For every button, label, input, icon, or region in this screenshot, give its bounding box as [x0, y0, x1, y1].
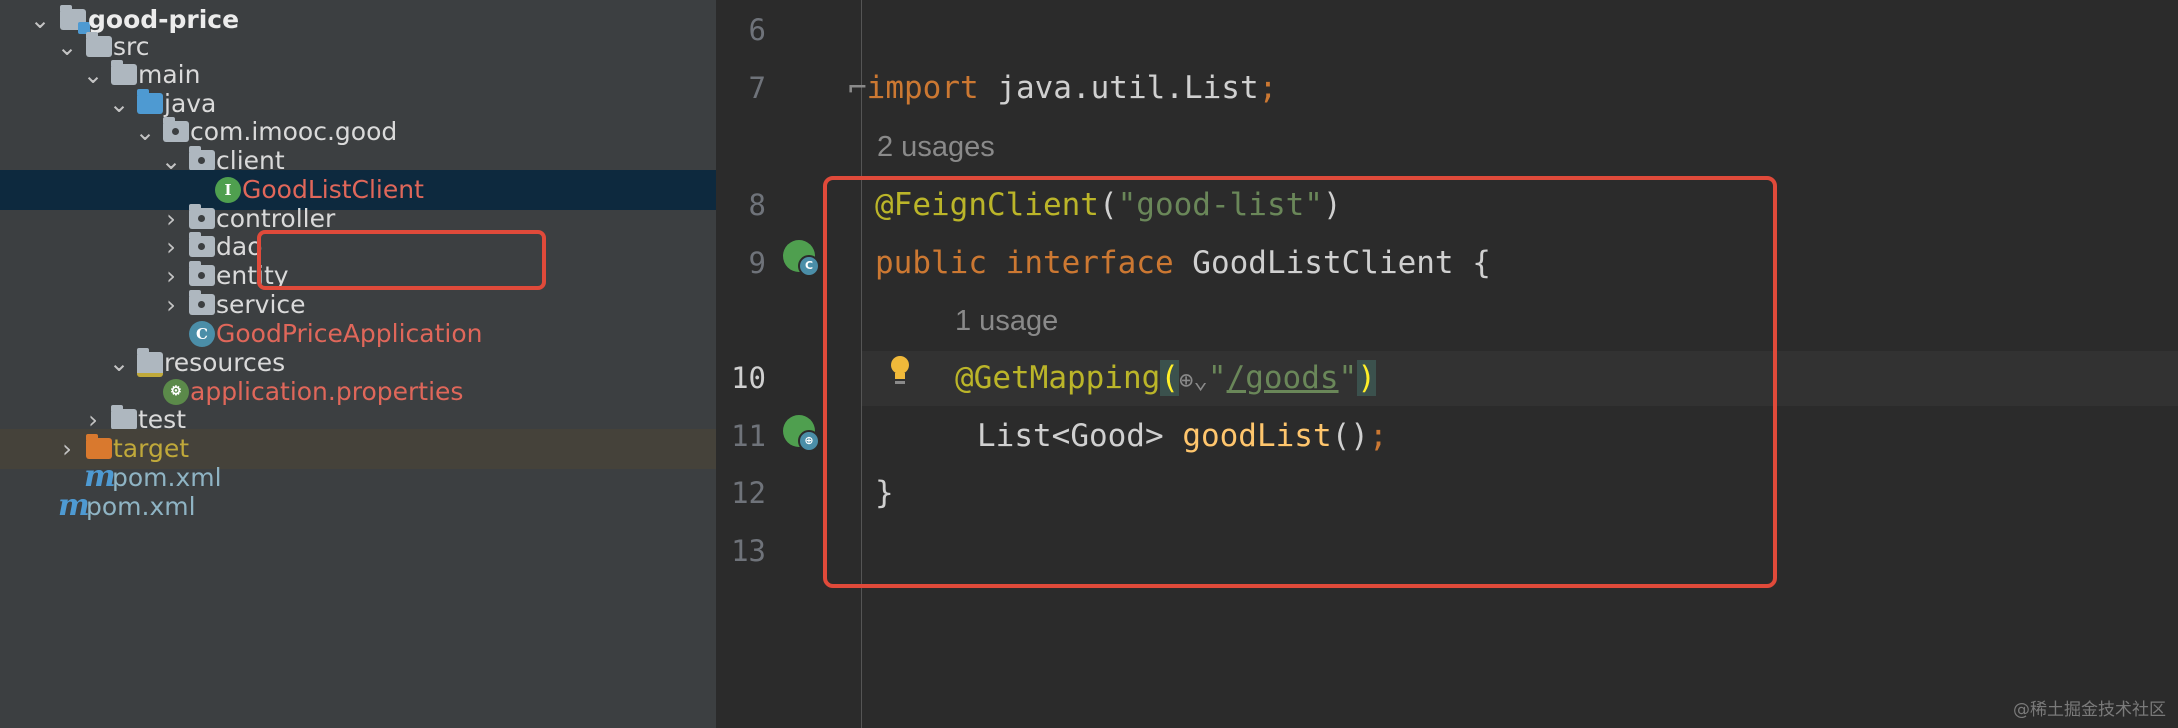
line-number: 11 [731, 419, 766, 453]
line-number: 6 [748, 13, 766, 47]
watermark: @稀土掘金技术社区 [2013, 700, 2166, 720]
package-icon [189, 146, 215, 171]
highlight-box [823, 176, 1777, 588]
code-line-7[interactable]: ⌐import java.util.List; [848, 68, 1277, 108]
package-icon [189, 261, 215, 286]
excluded-folder-icon [86, 434, 112, 459]
maven-icon: m [58, 488, 90, 523]
source-folder-icon [137, 89, 163, 114]
package-icon [189, 204, 215, 229]
tree-item-pom-xml-root[interactable]: m pom.xml [0, 487, 716, 527]
line-number: 13 [731, 534, 766, 568]
folder-icon [86, 32, 112, 57]
folder-icon [111, 405, 137, 430]
highlight-box [257, 230, 546, 290]
line-number-current: 10 [731, 361, 766, 395]
package-icon [189, 232, 215, 257]
line-number: 8 [748, 188, 766, 222]
keyword: import [866, 70, 979, 106]
project-tree: ⌄ good-price ⌄ src ⌄ main ⌄ java ⌄ com.i… [0, 0, 716, 728]
semicolon: ; [1258, 70, 1278, 106]
line-number: 12 [731, 476, 766, 510]
tree-item-label: pom.xml [86, 492, 196, 521]
line-number: 7 [748, 71, 766, 105]
folder-icon [111, 60, 137, 85]
line-number: 9 [748, 246, 766, 280]
package-icon [189, 290, 215, 315]
usages-hint[interactable]: 2 usages [877, 127, 995, 167]
import-path: java.util.List [978, 70, 1259, 106]
package-icon [163, 117, 189, 142]
gutter-implemented-icon[interactable]: C [783, 240, 820, 277]
web-url-icon[interactable]: ⊕ [783, 415, 820, 452]
